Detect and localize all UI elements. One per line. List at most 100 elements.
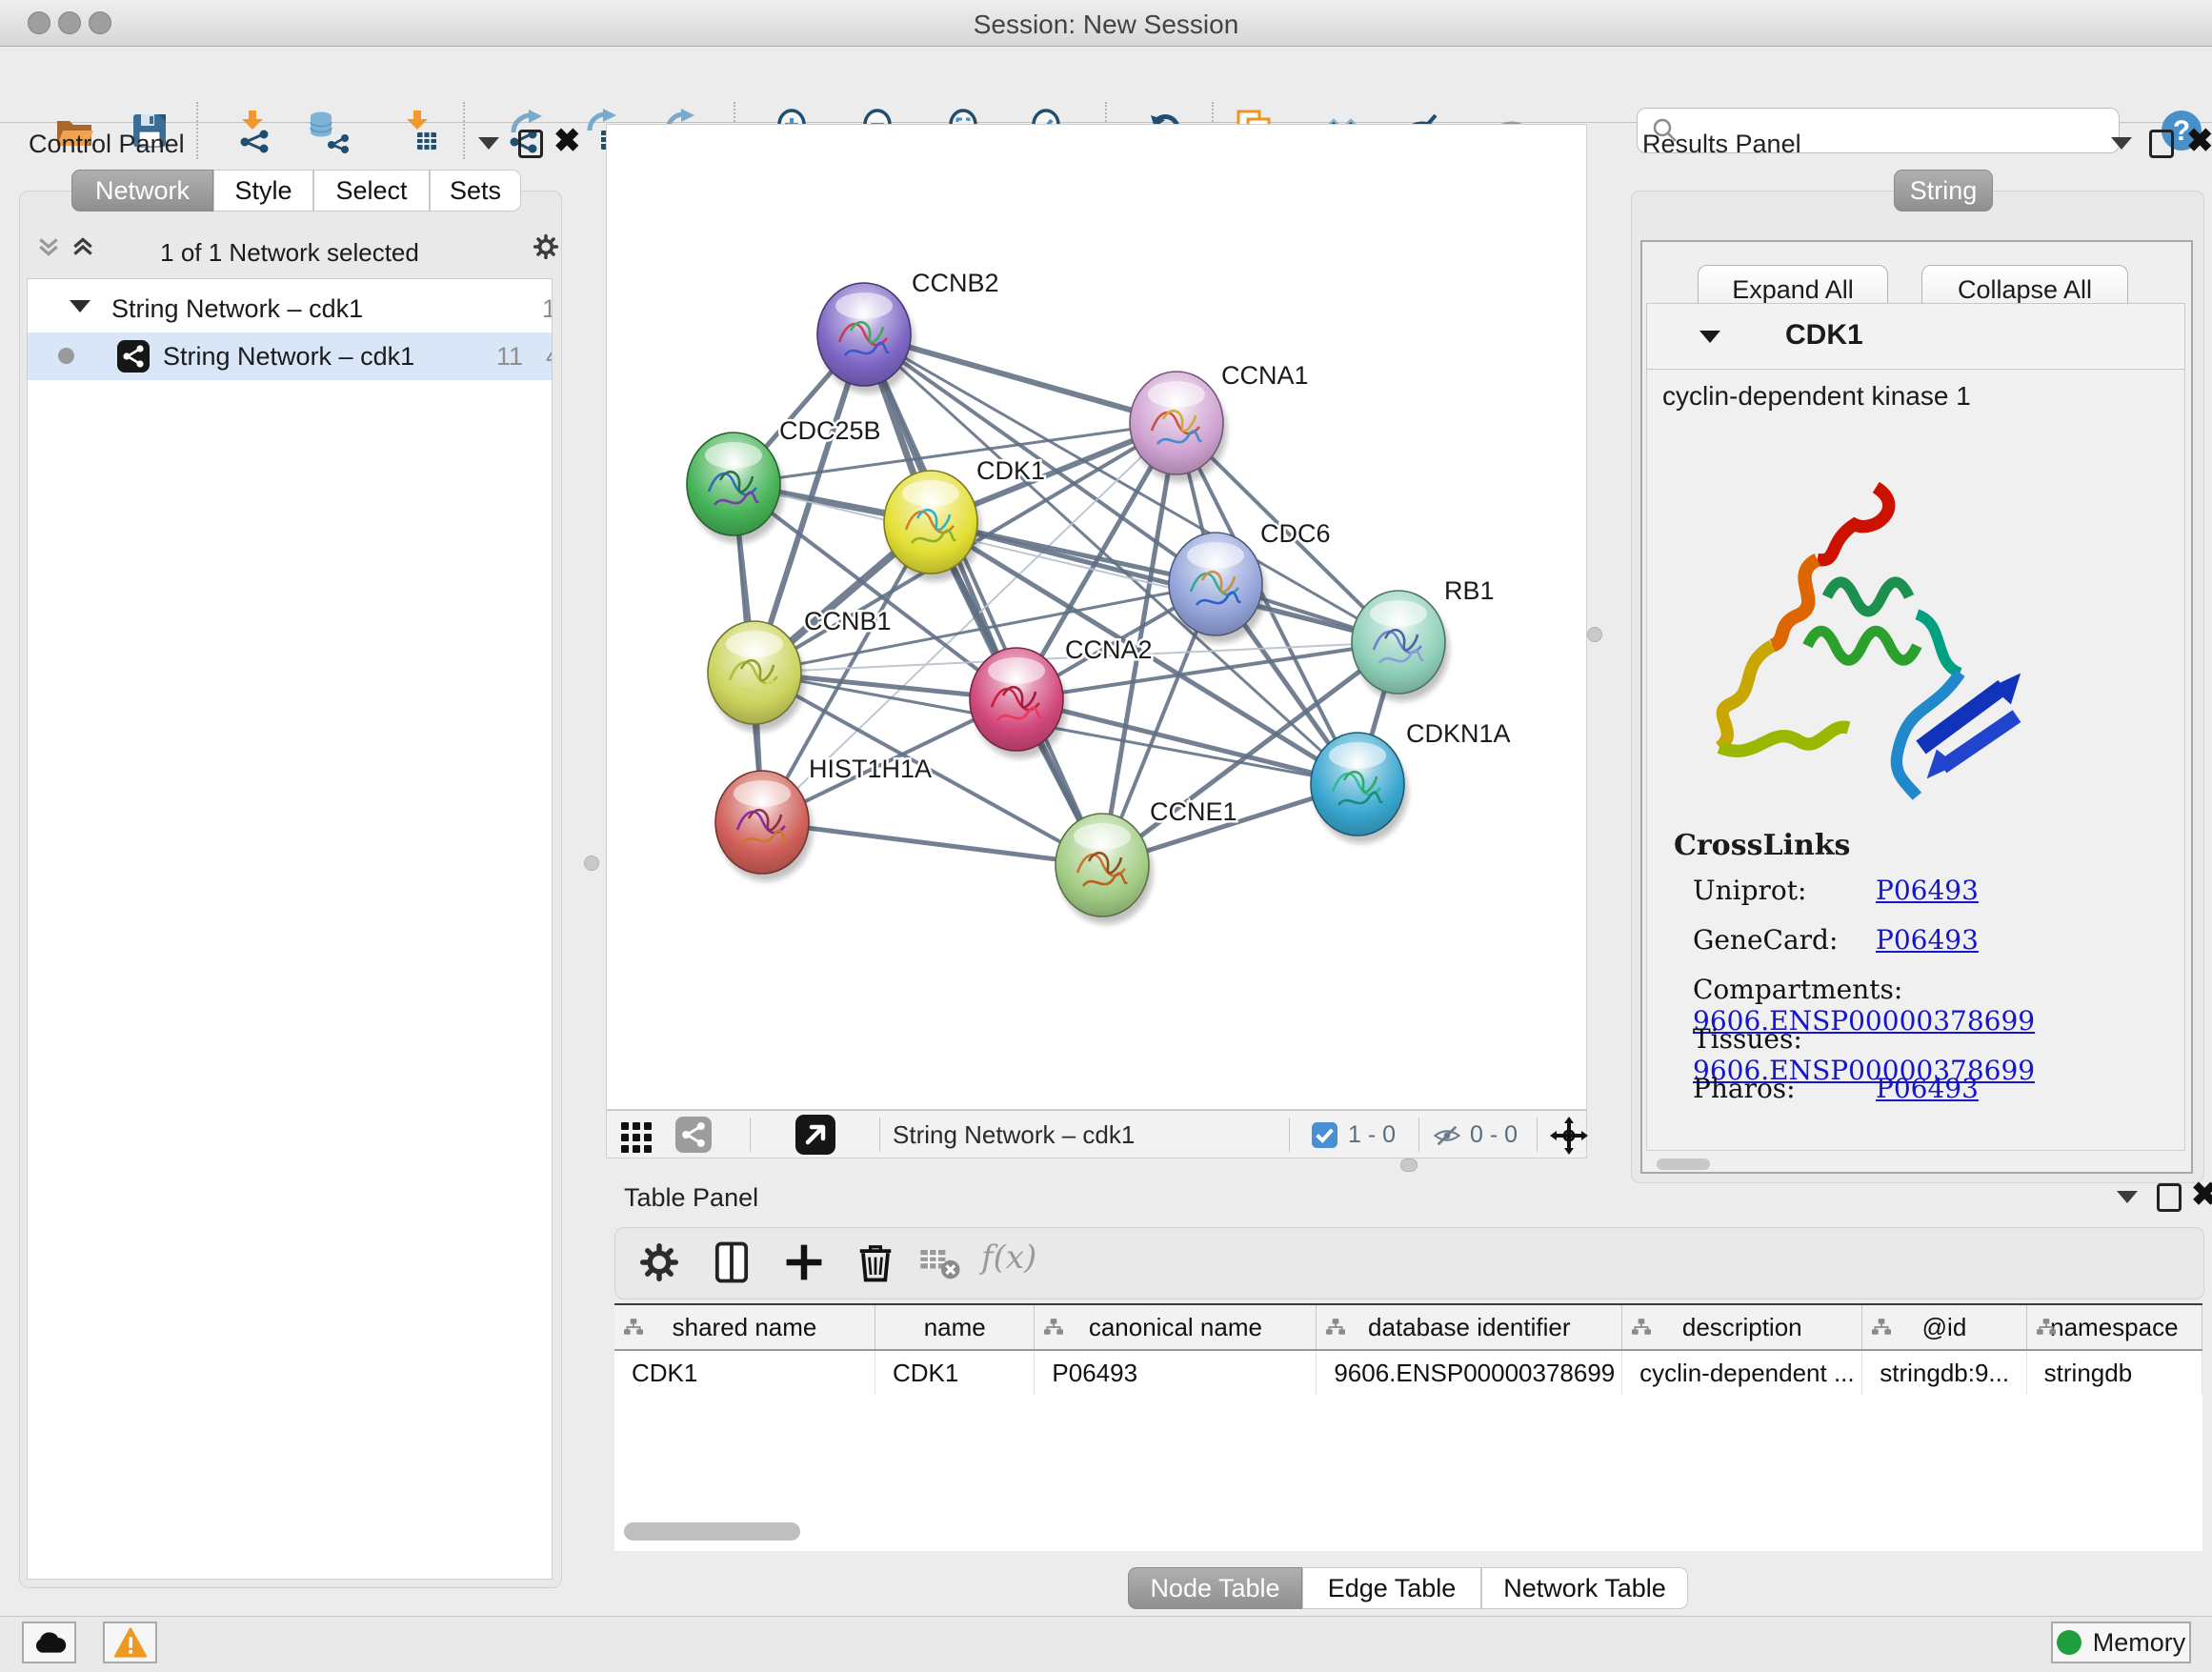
table-cell[interactable]: CDK1 <box>875 1351 1035 1395</box>
footer-separator <box>879 1118 880 1152</box>
hidden-eye-slash-icon[interactable] <box>1432 1120 1462 1156</box>
selected-checkbox-icon[interactable] <box>1312 1122 1337 1153</box>
column-header--id[interactable]: @id <box>1862 1305 2026 1349</box>
tab-style[interactable]: Style <box>213 170 313 212</box>
table-cell[interactable]: P06493 <box>1035 1351 1317 1395</box>
network-options-gear-icon[interactable] <box>530 231 562 268</box>
birds-eye-view-icon[interactable] <box>795 1115 835 1155</box>
edge-CCNB2-CCNE1[interactable] <box>864 334 1102 865</box>
control-panel-title: Control Panel <box>29 130 185 159</box>
network-name: String Network – cdk1 <box>163 342 414 372</box>
node-RB1[interactable]: RB1 <box>1352 576 1495 701</box>
network-collection-row[interactable]: String Network – cdk1 1 <box>28 285 552 332</box>
results-hscrollbar[interactable] <box>1657 1158 1710 1170</box>
table-panel-float-icon[interactable] <box>2157 1183 2182 1212</box>
main-toolbar: ? <box>0 47 2212 123</box>
node-HIST1H1A[interactable]: HIST1H1A <box>715 755 932 881</box>
node-CCNB1[interactable]: CCNB1 <box>708 607 892 732</box>
column-header-description[interactable]: description <box>1622 1305 1862 1349</box>
network-row-selected[interactable]: String Network – cdk1 11 48 <box>28 332 552 380</box>
grid-view-icon[interactable] <box>620 1118 654 1158</box>
table-cell[interactable]: CDK1 <box>614 1351 875 1395</box>
column-header-database-identifier[interactable]: database identifier <box>1317 1305 1622 1349</box>
add-column-icon[interactable] <box>779 1238 829 1287</box>
tab-network[interactable]: Network <box>71 170 213 212</box>
window-title: Session: New Session <box>0 10 2212 40</box>
tab-string-results[interactable]: String <box>1894 170 1993 212</box>
memory-button[interactable]: Memory <box>2051 1622 2191 1663</box>
control-panel-float-icon[interactable] <box>518 130 543 158</box>
node-CDKN1A[interactable]: CDKN1A <box>1311 719 1511 843</box>
right-splitter-handle[interactable] <box>1587 627 1602 642</box>
crosslink-row: Pharos:P06493 <box>1693 1073 2169 1122</box>
results-panel-collapse-icon[interactable] <box>2111 137 2132 150</box>
warning-status-button[interactable] <box>103 1622 157 1663</box>
column-header-name[interactable]: name <box>875 1305 1035 1349</box>
cloud-status-button[interactable] <box>22 1622 76 1663</box>
collection-name: String Network – cdk1 <box>111 294 363 324</box>
table-panel-close-icon[interactable]: ✖ <box>2191 1183 2212 1206</box>
column-header-label: shared name <box>673 1313 817 1342</box>
network-view-toolbar: String Network – cdk1 1 - 0 0 - 0 <box>606 1110 1587 1158</box>
column-header-canonical-name[interactable]: canonical name <box>1035 1305 1317 1349</box>
control-panel-close-icon[interactable]: ✖ <box>553 130 581 152</box>
footer-separator <box>1537 1118 1538 1152</box>
table-cell[interactable]: stringdb:9... <box>1862 1351 2026 1395</box>
bottom-splitter-handle[interactable] <box>1400 1158 1418 1172</box>
function-builder-icon[interactable]: f(x) <box>981 1239 1036 1277</box>
column-header-shared-name[interactable]: shared name <box>614 1305 875 1349</box>
crosslinks-list: Uniprot:P06493 GeneCard:P06493 Compartme… <box>1693 875 2169 1122</box>
results-panel-title: Results Panel <box>1642 130 1801 159</box>
gene-expander-icon[interactable] <box>1699 331 1720 343</box>
tab-node-table[interactable]: Node Table <box>1128 1567 1302 1609</box>
left-splitter-handle[interactable] <box>584 856 599 871</box>
show-columns-icon[interactable] <box>707 1238 756 1287</box>
table-cell[interactable]: stringdb <box>2027 1351 2202 1395</box>
tab-network-table[interactable]: Network Table <box>1481 1567 1688 1609</box>
tab-sets[interactable]: Sets <box>430 170 521 212</box>
network-share-icon[interactable] <box>675 1117 712 1153</box>
crosslink-link[interactable]: P06493 <box>1876 875 1979 906</box>
results-panel-close-icon[interactable]: ✖ <box>2186 130 2212 152</box>
table-row[interactable]: CDK1CDK1P064939606.ENSP00000378699cyclin… <box>614 1351 2202 1395</box>
column-header-label: @id <box>1922 1313 1967 1342</box>
control-panel-collapse-icon[interactable] <box>478 137 499 150</box>
column-header-namespace[interactable]: namespace <box>2027 1305 2202 1349</box>
tab-string-label: String <box>1910 176 1978 206</box>
window-titlebar: Session: New Session <box>0 0 2212 47</box>
node-CDK1[interactable]: CDK1 <box>884 456 1045 581</box>
node-label-CCNA1: CCNA1 <box>1221 361 1309 390</box>
node-CCNE1[interactable]: CCNE1 <box>1056 797 1237 924</box>
delete-table-icon[interactable] <box>916 1238 966 1287</box>
table-panel-collapse-icon[interactable] <box>2117 1191 2138 1203</box>
crosslink-link[interactable]: P06493 <box>1876 1073 1979 1104</box>
tab-edge-table[interactable]: Edge Table <box>1302 1567 1481 1609</box>
string-network-graph[interactable]: CCNB2CCNA1CDC25BCDK1CDC6RB1CCNB1CCNA2CDK… <box>607 125 1586 1109</box>
column-header-label: canonical name <box>1089 1313 1262 1342</box>
node-label-CCNA2: CCNA2 <box>1065 635 1153 664</box>
pan-crosshair-icon[interactable] <box>1550 1117 1588 1159</box>
edge-HIST1H1A-CCNE1[interactable] <box>762 822 1102 865</box>
tab-select-label: Select <box>335 176 407 206</box>
node-table[interactable]: shared name name canonical name database id… <box>614 1303 2202 1551</box>
memory-status-dot-icon <box>2057 1630 2081 1655</box>
tab-network-label: Network <box>95 176 190 206</box>
crosslink-label: Tissues: <box>1693 1023 1876 1055</box>
crosslink-link[interactable]: P06493 <box>1876 924 1979 956</box>
network-canvas[interactable]: CCNB2CCNA1CDC25BCDK1CDC6RB1CCNB1CCNA2CDK… <box>606 124 1587 1110</box>
table-cell[interactable]: cyclin-dependent ... <box>1622 1351 1862 1395</box>
delete-column-icon[interactable] <box>851 1238 900 1287</box>
tab-select[interactable]: Select <box>313 170 430 212</box>
table-hscrollbar[interactable] <box>624 1522 800 1541</box>
gene-description: cyclin-dependent kinase 1 <box>1662 381 1971 412</box>
node-CDC6[interactable]: CDC6 <box>1169 519 1331 643</box>
results-panel-float-icon[interactable] <box>2149 130 2174 158</box>
table-cell[interactable]: 9606.ENSP00000378699 <box>1317 1351 1622 1395</box>
gene-section-header[interactable]: CDK1 <box>1646 303 2185 370</box>
collection-expander-icon[interactable] <box>70 300 90 312</box>
node-label-CDK1: CDK1 <box>976 456 1045 485</box>
network-node-count: 11 <box>496 342 523 372</box>
table-gear-icon[interactable] <box>634 1238 684 1287</box>
node-label-CDKN1A: CDKN1A <box>1406 719 1511 748</box>
hidden-counts: 0 - 0 <box>1470 1121 1518 1149</box>
